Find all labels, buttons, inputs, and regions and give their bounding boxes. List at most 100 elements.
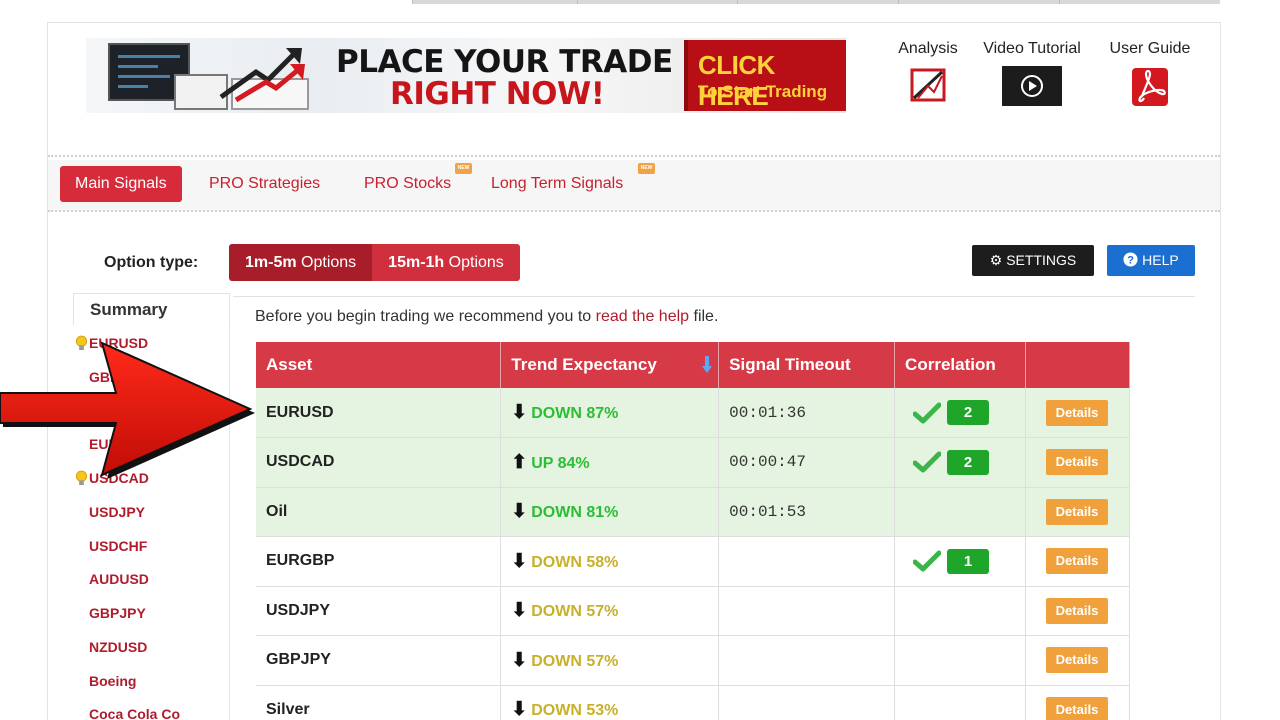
column-details <box>1025 342 1130 388</box>
details-button[interactable]: Details <box>1046 449 1108 476</box>
sidebar-item-gbpjpy[interactable]: GBPJPY <box>89 605 146 621</box>
tab-pro-stocks[interactable]: PRO Stocks NEW <box>349 163 472 202</box>
option-type-group: 1m-5m Options 15m-1h Options <box>229 244 520 281</box>
table-row[interactable]: GBPJPY ⬇ DOWN 57% Details <box>256 635 1130 686</box>
asset-cell: GBPJPY <box>256 635 502 686</box>
help-button[interactable]: ? HELP <box>1107 245 1195 276</box>
correlation-cell: 2 <box>894 388 1026 438</box>
details-cell: Details <box>1025 685 1130 720</box>
correlation-cell: 1 <box>894 536 1026 587</box>
tab-pro-strategies[interactable]: PRO Strategies <box>194 166 335 202</box>
timeout-cell <box>718 586 896 636</box>
intro-before: Before you begin trading we recommend yo… <box>255 308 596 325</box>
new-badge: NEW <box>638 163 655 174</box>
tab-main-signals[interactable]: Main Signals <box>60 166 182 202</box>
asset-cell: Silver <box>256 685 502 720</box>
option-1m-5m-rest: Options <box>296 254 357 271</box>
details-cell: Details <box>1025 437 1130 488</box>
column-trend-label: Trend Expectancy <box>511 355 657 374</box>
check-icon <box>913 451 942 473</box>
details-cell: Details <box>1025 586 1130 636</box>
svg-text:?: ? <box>1127 255 1134 267</box>
table-row[interactable]: Silver ⬇ DOWN 53% Details <box>256 685 1130 720</box>
correlation-badge: 2 <box>947 400 990 425</box>
details-button[interactable]: Details <box>1046 696 1108 720</box>
cta-line-2: To Start Trading <box>698 82 828 101</box>
banner-headline-2: RIGHT NOW! <box>390 76 605 112</box>
help-label: HELP <box>1142 252 1179 268</box>
analysis-link[interactable]: Analysis <box>894 40 962 109</box>
arrow-up-icon: ⬆ <box>511 451 528 473</box>
pointer-arrow-graphic <box>0 341 255 479</box>
timeout-cell <box>718 685 896 720</box>
settings-label: SETTINGS <box>1006 252 1077 268</box>
summary-tab[interactable]: Summary <box>73 293 230 325</box>
arrow-down-icon: ⬇ <box>511 402 528 423</box>
signals-table: Asset Trend Expectancy Signal Timeout Co… <box>256 342 1130 720</box>
video-tutorial-link[interactable]: Video Tutorial <box>975 40 1089 111</box>
table-row[interactable]: Oil ⬇ DOWN 81% 00:01:53 Details <box>256 487 1130 537</box>
asset-cell: Oil <box>256 487 502 537</box>
table-row[interactable]: USDJPY ⬇ DOWN 57% Details <box>256 586 1130 636</box>
details-button[interactable]: Details <box>1046 548 1108 575</box>
option-1m-5m-button[interactable]: 1m-5m Options <box>229 244 373 281</box>
sidebar-item-coca-cola[interactable]: Coca Cola Co <box>89 706 180 720</box>
timeout-cell: 00:01:36 <box>718 388 896 438</box>
correlation-cell <box>894 487 1026 537</box>
details-button[interactable]: Details <box>1046 399 1108 426</box>
intro-text: Before you begin trading we recommend yo… <box>255 308 718 326</box>
trend-cell: ⬆ UP 84% <box>500 437 720 488</box>
correlation-cell: 2 <box>894 437 1026 488</box>
sidebar-item-usdjpy[interactable]: USDJPY <box>89 504 145 520</box>
sort-down-icon[interactable] <box>702 356 713 374</box>
tab-pro-stocks-label: PRO Stocks <box>364 175 452 192</box>
arrow-down-icon: ⬇ <box>511 501 528 523</box>
asset-cell: USDJPY <box>256 586 502 636</box>
arrow-down-icon: ⬇ <box>511 699 528 720</box>
correlation-cell <box>894 635 1026 686</box>
timeout-cell <box>718 635 896 686</box>
sidebar-item-audusd[interactable]: AUDUSD <box>89 571 149 587</box>
start-trading-button[interactable]: CLICK HERE To Start Trading <box>684 40 846 111</box>
column-correlation[interactable]: Correlation <box>894 342 1026 388</box>
trade-banner[interactable]: PLACE YOUR TRADE RIGHT NOW! CLICK HERE T… <box>86 38 846 113</box>
settings-button[interactable]: ⚙ SETTINGS <box>972 245 1094 276</box>
column-trend-expectancy[interactable]: Trend Expectancy <box>500 342 720 388</box>
user-guide-label: User Guide <box>1109 40 1191 57</box>
sidebar-item-usdchf[interactable]: USDCHF <box>89 538 147 554</box>
details-cell: Details <box>1025 388 1130 438</box>
gear-icon: ⚙ <box>989 252 1003 268</box>
details-button[interactable]: Details <box>1046 597 1108 624</box>
timeout-cell <box>718 536 896 587</box>
trend-value: DOWN 57% <box>531 603 619 621</box>
column-asset[interactable]: Asset <box>256 342 502 388</box>
sidebar-item-boeing[interactable]: Boeing <box>89 673 136 689</box>
new-badge: NEW <box>455 163 472 174</box>
details-button[interactable]: Details <box>1046 498 1108 525</box>
asset-cell: EURGBP <box>256 536 502 587</box>
asset-cell: USDCAD <box>256 437 502 488</box>
trend-value: DOWN 58% <box>531 553 619 571</box>
details-cell: Details <box>1025 635 1130 686</box>
help-file-link[interactable]: read the help <box>596 308 689 325</box>
details-cell: Details <box>1025 487 1130 537</box>
tab-long-term-signals[interactable]: Long Term Signals NEW <box>476 163 655 202</box>
user-guide-link[interactable]: User Guide <box>1103 40 1197 113</box>
trend-value: DOWN 53% <box>531 702 619 720</box>
option-15m-1h-bold: 15m-1h <box>388 254 445 271</box>
table-row[interactable]: USDCAD ⬆ UP 84% 00:00:47 2 Details <box>256 437 1130 488</box>
option-15m-1h-rest: Options <box>444 254 504 271</box>
top-strip <box>412 0 1220 4</box>
table-row[interactable]: EURUSD ⬇ DOWN 87% 00:01:36 2 Details <box>256 388 1130 438</box>
column-signal-timeout[interactable]: Signal Timeout <box>718 342 896 388</box>
tab-long-term-signals-label: Long Term Signals <box>491 175 624 192</box>
trend-value: DOWN 57% <box>531 652 619 670</box>
details-button[interactable]: Details <box>1046 647 1108 674</box>
option-15m-1h-button[interactable]: 15m-1h Options <box>372 244 520 281</box>
table-header: Asset Trend Expectancy Signal Timeout Co… <box>256 342 1130 388</box>
trend-value: DOWN 81% <box>531 504 619 522</box>
sidebar-item-nzdusd[interactable]: NZDUSD <box>89 639 147 655</box>
option-type-label: Option type: <box>104 254 199 271</box>
trend-cell: ⬇ DOWN 57% <box>500 586 720 636</box>
table-row[interactable]: EURGBP ⬇ DOWN 58% 1 Details <box>256 536 1130 587</box>
